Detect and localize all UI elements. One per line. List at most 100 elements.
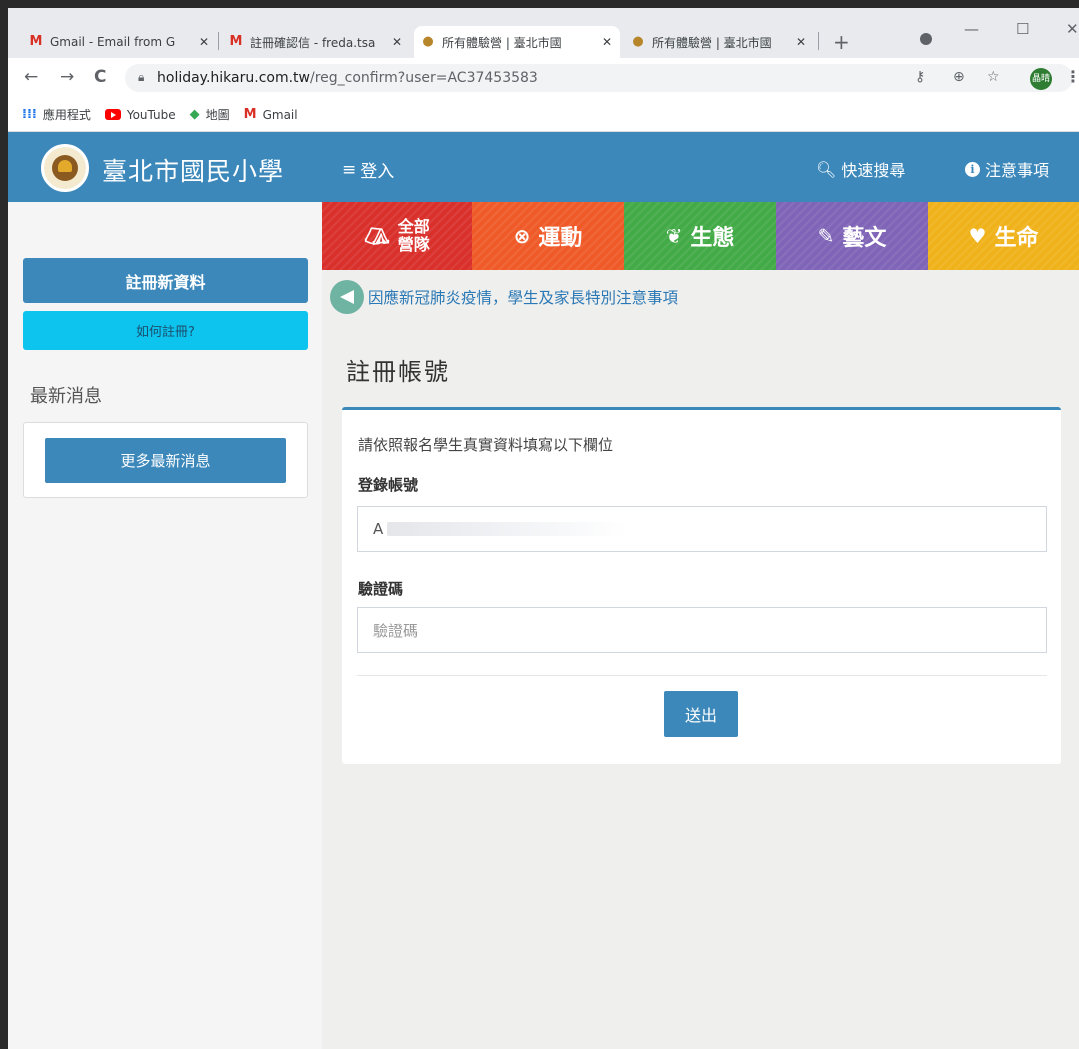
address-bar[interactable]: 🔒︎ holiday.hikaru.com.tw/reg_confirm?use… <box>125 64 1079 92</box>
category-label: 營隊 <box>397 235 430 254</box>
gmail-icon: M <box>29 34 43 49</box>
web-page: 臺北市國民小學 ≡ 登入 🔍︎ 快速搜尋 i 注意事項 註冊新資料 如何註冊? … <box>8 132 1079 1049</box>
category-sports[interactable]: ⊗ 運動 <box>472 202 624 270</box>
category-label: 全部 <box>397 217 430 236</box>
tab-separator <box>818 32 819 50</box>
account-value: A <box>373 520 384 538</box>
captcha-field[interactable]: 驗證碼 <box>357 607 1047 653</box>
covid-notice[interactable]: 因應新冠肺炎疫情，學生及家長特別注意事項 <box>330 280 678 314</box>
news-panel: 更多最新消息 <box>23 422 308 498</box>
basketball-icon: ⊗ <box>513 224 531 248</box>
hamburger-icon: ≡ <box>342 159 357 180</box>
page-title: 註冊帳號 <box>346 358 450 386</box>
category-arts[interactable]: ✎ 藝文 <box>776 202 928 270</box>
bookmark-gmail[interactable]: M Gmail <box>244 107 298 122</box>
tab-title: 註冊確認信 - freda.tsa <box>250 35 376 50</box>
camp-tents-icon: ⛺︎ <box>364 224 390 248</box>
bookmark-apps[interactable]: ⁞⁞⁞ 應用程式 <box>22 106 91 123</box>
youtube-icon <box>104 109 121 120</box>
new-tab-icon[interactable]: + <box>833 30 850 54</box>
bookmarks-bar: ⁞⁞⁞ 應用程式 YouTube ◆ 地圖 M Gmail <box>8 98 1079 132</box>
tab-gmail-2[interactable]: M 註冊確認信 - freda.tsa ✕ <box>222 26 410 58</box>
url-text[interactable]: holiday.hikaru.com.tw/reg_confirm?user=A… <box>157 70 538 86</box>
apps-grid-icon: ⁞⁞⁞ <box>22 107 37 122</box>
redacted-text <box>387 522 628 536</box>
more-news-button[interactable]: 更多最新消息 <box>45 438 286 483</box>
zoom-icon[interactable]: ⊕ <box>953 69 965 85</box>
category-bar: ⛺︎ 全部 營隊 ⊗ 運動 ❦ 生態 ✎ 藝文 ♥ 生命 <box>322 202 1079 270</box>
lock-icon: 🔒︎ <box>138 70 145 84</box>
account-label: 登錄帳號 <box>358 476 419 494</box>
form-intro: 請依照報名學生真實資料填寫以下欄位 <box>358 436 614 454</box>
register-button[interactable]: 註冊新資料 <box>23 258 308 303</box>
registration-form: 請依照報名學生真實資料填寫以下欄位 登錄帳號 A 驗證碼 驗證碼 送出 <box>342 407 1061 764</box>
menu-kebab-icon[interactable]: ⋮ <box>1065 67 1079 86</box>
tab-camps-2[interactable]: ● 所有體驗營 | 臺北市國 ✕ <box>624 26 814 58</box>
sidebar: 註冊新資料 如何註冊? 最新消息 更多最新消息 <box>8 202 322 1049</box>
category-label: 生命 <box>994 226 1039 251</box>
forward-icon[interactable]: → <box>60 67 74 87</box>
school-logo-icon <box>52 155 78 181</box>
info-icon: i <box>965 161 980 177</box>
tab-gmail-1[interactable]: M Gmail - Email from G ✕ <box>22 26 217 58</box>
reload-icon[interactable]: C <box>94 67 106 87</box>
how-to-register-button[interactable]: 如何註冊? <box>23 311 308 350</box>
browser-toolbar: ← → C 🔒︎ holiday.hikaru.com.tw/reg_confi… <box>8 58 1079 98</box>
submit-button[interactable]: 送出 <box>664 691 738 737</box>
quick-search-label: 快速搜尋 <box>841 161 906 180</box>
maps-icon: ◆ <box>189 107 200 122</box>
form-divider <box>357 675 1047 676</box>
close-icon[interactable]: ✕ <box>600 35 614 49</box>
browser-window: M Gmail - Email from G ✕ M 註冊確認信 - freda… <box>8 8 1079 1049</box>
category-ecology[interactable]: ❦ 生態 <box>624 202 776 270</box>
bookmark-youtube[interactable]: YouTube <box>104 107 176 122</box>
url-path: /reg_confirm?user=AC37453583 <box>310 70 538 86</box>
gmail-icon: M <box>229 34 243 49</box>
news-heading: 最新消息 <box>30 386 102 407</box>
bookmark-label: 地圖 <box>205 108 230 122</box>
tab-title: 所有體驗營 | 臺北市國 <box>442 35 562 50</box>
site-navbar: 臺北市國民小學 ≡ 登入 🔍︎ 快速搜尋 i 注意事項 <box>8 132 1079 202</box>
tab-search-icon[interactable] <box>920 33 932 45</box>
category-label: 生態 <box>690 226 735 251</box>
profile-avatar[interactable]: 晶晴 <box>1030 68 1052 90</box>
tab-title: Gmail - Email from G <box>50 35 176 49</box>
minimize-icon[interactable]: — <box>964 20 979 38</box>
close-icon[interactable]: ✕ <box>794 35 808 49</box>
bookmark-label: Gmail <box>262 107 298 122</box>
quick-search-link[interactable]: 🔍︎ 快速搜尋 <box>816 157 905 181</box>
bookmark-maps[interactable]: ◆ 地圖 <box>190 106 230 123</box>
back-icon[interactable]: ← <box>24 67 38 87</box>
login-menu-button[interactable]: ≡ 登入 <box>342 157 395 183</box>
main-content: ⛺︎ 全部 營隊 ⊗ 運動 ❦ 生態 ✎ 藝文 ♥ 生命 因應新冠肺炎疫情，學生… <box>322 202 1079 1049</box>
close-icon[interactable]: ✕ <box>197 35 211 49</box>
search-icon: 🔍︎ <box>816 159 837 179</box>
notes-label: 注意事項 <box>985 161 1050 180</box>
notice-link[interactable]: 因應新冠肺炎疫情，學生及家長特別注意事項 <box>368 286 678 308</box>
gmail-icon: M <box>243 107 257 122</box>
category-life[interactable]: ♥ 生命 <box>928 202 1079 270</box>
palette-icon: ✎ <box>817 224 835 248</box>
category-label: 藝文 <box>842 226 887 251</box>
category-all-camps[interactable]: ⛺︎ 全部 營隊 <box>322 202 472 270</box>
school-logo-icon: ● <box>632 34 644 49</box>
bookmark-label: YouTube <box>126 107 176 122</box>
site-logo[interactable] <box>41 144 89 192</box>
tab-separator <box>218 32 219 50</box>
maximize-icon[interactable]: ☐ <box>1016 20 1029 38</box>
account-field[interactable]: A <box>357 506 1047 552</box>
school-logo-icon: ● <box>422 34 434 49</box>
tab-strip: M Gmail - Email from G ✕ M 註冊確認信 - freda… <box>8 8 1079 58</box>
notes-link[interactable]: i 注意事項 <box>965 157 1049 181</box>
bookmark-label: 應用程式 <box>42 108 91 122</box>
login-label: 登入 <box>360 162 395 182</box>
megaphone-icon <box>330 280 364 314</box>
captcha-label: 驗證碼 <box>358 580 404 598</box>
window-close-icon[interactable]: ✕ <box>1066 20 1079 38</box>
key-icon[interactable]: ⚷ <box>915 69 925 85</box>
category-label: 運動 <box>538 226 583 251</box>
tab-camps-active[interactable]: ● 所有體驗營 | 臺北市國 ✕ <box>414 26 620 58</box>
bookmark-star-icon[interactable]: ☆ <box>987 69 1000 85</box>
close-icon[interactable]: ✕ <box>390 35 404 49</box>
site-title[interactable]: 臺北市國民小學 <box>102 152 284 188</box>
